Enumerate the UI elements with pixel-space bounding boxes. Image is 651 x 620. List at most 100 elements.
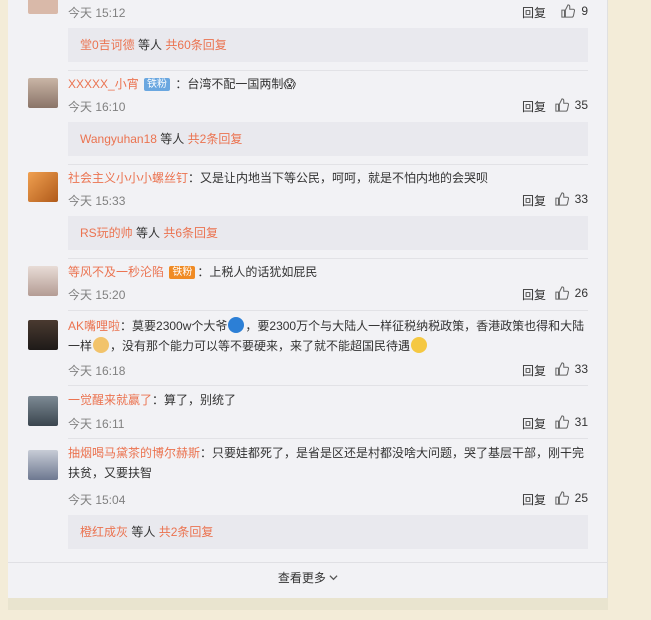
- divider: [68, 164, 588, 165]
- sub-reply-mid: 等人: [131, 525, 156, 539]
- thinking-emoji-icon: [411, 337, 428, 353]
- sub-reply-summary[interactable]: RS玩的帅 等人 共6条回复: [68, 216, 588, 250]
- sub-reply-mid: 等人: [136, 226, 161, 240]
- divider: [68, 310, 588, 311]
- like-button[interactable]: 31: [554, 415, 588, 429]
- comment-meta: 今天 15:33 回复 33: [68, 192, 588, 210]
- avatar[interactable]: [28, 0, 58, 14]
- comment-meta: 今天 15:20 回复 26: [68, 286, 588, 304]
- sub-reply-count[interactable]: 共60条回复: [165, 38, 226, 52]
- comment-username[interactable]: AK嘴哩啦: [68, 319, 120, 333]
- handshake-emoji-icon: [93, 337, 110, 353]
- view-more-label: 查看更多: [277, 571, 326, 585]
- comment-username[interactable]: 一觉醒来就赢了: [68, 393, 152, 407]
- sub-reply-user[interactable]: 堂0吉诃德: [80, 38, 135, 52]
- comment-time: 今天 16:10: [68, 100, 126, 114]
- avatar[interactable]: [28, 396, 58, 426]
- reply-button[interactable]: 回复: [522, 4, 546, 21]
- like-button[interactable]: 33: [554, 192, 588, 206]
- chevron-down-icon: [329, 575, 338, 581]
- comment-username[interactable]: 社会主义小小小螺丝钉: [68, 171, 188, 185]
- divider: [68, 70, 588, 71]
- comment-body: 一觉醒来就赢了：算了，别统了: [68, 390, 588, 410]
- comment-meta: 今天 15:12 回复 9: [68, 4, 588, 22]
- comment-username[interactable]: 抽烟喝马黛茶的博尔赫斯: [68, 446, 200, 460]
- thumbs-up-icon: [554, 98, 569, 112]
- sub-reply-summary[interactable]: 堂0吉诃德 等人 共60条回复: [68, 28, 588, 62]
- reply-button[interactable]: 回复: [522, 362, 546, 379]
- comment-text-part: ：只要娃都死了，是省是区还是村都没啥大问题，哭了基层干部，刚干完: [200, 446, 585, 460]
- like-count: 26: [574, 286, 588, 300]
- thumbs-up-icon: [554, 286, 569, 300]
- like-count: 9: [581, 4, 588, 18]
- view-more-button[interactable]: 查看更多: [8, 562, 608, 592]
- comment-time: 今天 15:20: [68, 288, 126, 302]
- comment-body: 社会主义小小小螺丝钉：又是让内地当下等公民，呵呵，就是不怕内地的会哭呗: [68, 168, 588, 188]
- reply-button[interactable]: 回复: [522, 491, 546, 508]
- divider: [68, 258, 588, 259]
- comment-time: 今天 16:11: [68, 417, 125, 431]
- like-button[interactable]: 33: [554, 362, 588, 376]
- like-count: 33: [574, 362, 588, 376]
- comment-time: 今天 15:33: [68, 194, 126, 208]
- sub-reply-mid: 等人: [138, 38, 163, 52]
- like-count: 31: [574, 415, 588, 429]
- comment-body: AK嘴哩啦：莫要2300w个大爷 ，要2300万个与大陆人一样征税纳税政策，香港政…: [68, 316, 588, 356]
- avatar[interactable]: [28, 172, 58, 202]
- comment-text-part: 一样: [68, 339, 93, 353]
- sub-reply-user[interactable]: RS玩的帅: [80, 226, 133, 240]
- like-button[interactable]: 25: [554, 491, 588, 505]
- comment-body: 等风不及一秒沦陷 铁粉 ：上税人的话犹如屁民: [68, 262, 588, 282]
- thumbs-up-icon: [554, 192, 569, 206]
- like-count: 35: [574, 98, 588, 112]
- comment-text: ：上税人的话犹如屁民: [197, 265, 318, 279]
- comment-body: XXXXX_小宵 铁粉 ：台湾不配一国两制😱: [68, 74, 588, 94]
- avatar[interactable]: [28, 450, 58, 480]
- thumbs-up-icon: [561, 4, 576, 18]
- comment-text-part: ：莫要2300w个大爷: [120, 319, 228, 333]
- comment-time: 今天 16:18: [68, 364, 126, 378]
- sub-reply-mid: 等人: [160, 132, 185, 146]
- sub-reply-count[interactable]: 共6条回复: [163, 226, 218, 240]
- comment-text: ：算了，别统了: [152, 393, 237, 407]
- sub-reply-count[interactable]: 共2条回复: [159, 525, 214, 539]
- reply-button[interactable]: 回复: [522, 98, 546, 115]
- divider: [68, 385, 588, 386]
- sub-reply-summary[interactable]: 橙红成灰 等人 共2条回复: [68, 515, 588, 549]
- comment-panel: 今天 15:12 回复 9 堂0吉诃德 等人 共60条回复 XXXXX_小宵 铁…: [8, 0, 608, 598]
- comment-text: ：又是让内地当下等公民，呵呵，就是不怕内地的会哭呗: [188, 171, 489, 185]
- comment-time: 今天 15:04: [68, 493, 126, 507]
- sub-reply-user[interactable]: 橙红成灰: [80, 525, 128, 539]
- comment-body: 抽烟喝马黛茶的博尔赫斯：只要娃都死了，是省是区还是村都没啥大问题，哭了基层干部，…: [68, 443, 588, 483]
- comment-meta: 今天 15:04 回复 25: [68, 491, 588, 509]
- reply-button[interactable]: 回复: [522, 192, 546, 209]
- comment-text: ：台湾不配一国两制😱: [175, 77, 296, 91]
- sub-reply-user[interactable]: Wangyuhan18: [80, 132, 157, 146]
- comment-text-part: ，要2300万个与大陆人一样征税纳税政策，香港政策也得和大陆: [245, 319, 585, 333]
- like-button[interactable]: 26: [554, 286, 588, 300]
- reply-button[interactable]: 回复: [522, 415, 546, 432]
- sub-reply-count[interactable]: 共2条回复: [188, 132, 243, 146]
- like-button[interactable]: 9: [561, 4, 588, 18]
- like-count: 33: [574, 192, 588, 206]
- page-bottom-strip: [8, 598, 608, 610]
- comment-meta: 今天 16:11 回复 31: [68, 415, 588, 433]
- doraemon-emoji-icon: [228, 317, 245, 333]
- comment-meta: 今天 16:18 回复 33: [68, 362, 588, 380]
- fan-badge: 铁粉: [169, 266, 196, 279]
- thumbs-up-icon: [554, 415, 569, 429]
- comment-time: 今天 15:12: [68, 6, 126, 20]
- comment-text-part: 扶贫，又要扶智: [68, 466, 153, 480]
- avatar[interactable]: [28, 78, 58, 108]
- thumbs-up-icon: [554, 491, 569, 505]
- avatar[interactable]: [28, 320, 58, 350]
- sub-reply-summary[interactable]: Wangyuhan18 等人 共2条回复: [68, 122, 588, 156]
- comment-username[interactable]: 等风不及一秒沦陷: [68, 265, 164, 279]
- like-count: 25: [574, 491, 588, 505]
- reply-button[interactable]: 回复: [522, 286, 546, 303]
- comment-username[interactable]: XXXXX_小宵: [68, 77, 139, 91]
- avatar[interactable]: [28, 266, 58, 296]
- like-button[interactable]: 35: [554, 98, 588, 112]
- comment-meta: 今天 16:10 回复 35: [68, 98, 588, 116]
- comment-text-part: ，没有那个能力可以等不要硬来，来了就不能超国民待遇: [110, 339, 411, 353]
